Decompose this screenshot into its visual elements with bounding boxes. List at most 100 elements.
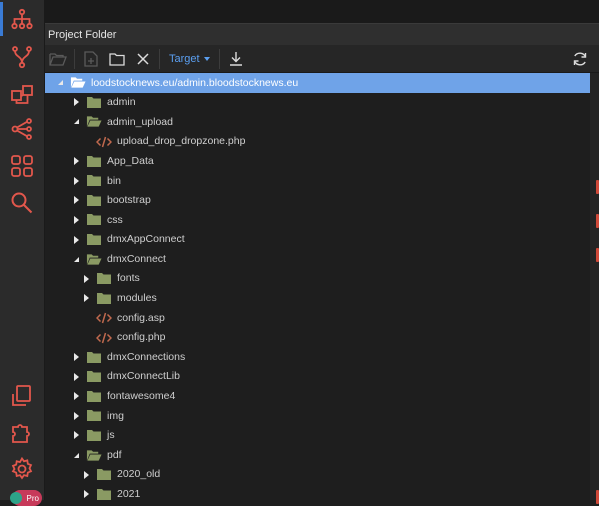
pro-badge: Pro [10, 490, 42, 506]
expand-arrow-icon[interactable] [71, 391, 81, 401]
expand-arrow-icon[interactable] [71, 411, 81, 421]
tree-folder-item[interactable]: App_Data [45, 151, 590, 171]
file-tree: loodstocknews.eu/admin.bloodstocknews.eu… [45, 73, 590, 500]
open-folder-button[interactable] [45, 46, 71, 72]
folder-icon [96, 291, 112, 305]
copy-files-icon[interactable] [7, 381, 37, 411]
tree-folder-item[interactable]: bootstrap [45, 191, 590, 211]
tree-folder-item[interactable]: dmxAppConnect [45, 230, 590, 250]
download-button[interactable] [223, 46, 249, 72]
settings-icon[interactable] [7, 454, 37, 484]
server-connect-icon[interactable] [7, 80, 37, 110]
folder-open-icon [86, 115, 102, 129]
tree-folder-item[interactable]: 2020_old [45, 465, 590, 485]
expand-arrow-icon[interactable] [71, 176, 81, 186]
collapse-arrow-icon[interactable] [71, 117, 81, 127]
tree-file-item[interactable]: upload_drop_dropzone.php [45, 132, 590, 152]
expand-arrow-icon[interactable] [71, 372, 81, 382]
tree-folder-item[interactable]: admin [45, 93, 590, 113]
tree-folder-item[interactable]: img [45, 406, 590, 426]
tree-folder-item[interactable]: bin [45, 171, 590, 191]
tree-item-label: dmxConnectLib [107, 370, 180, 383]
tree-item-label: App_Data [107, 154, 154, 167]
tree-folder-item[interactable]: pdf [45, 445, 590, 465]
target-dropdown[interactable]: Target [163, 47, 216, 71]
expand-arrow-icon[interactable] [81, 470, 91, 480]
folder-icon [86, 95, 102, 109]
expand-arrow-icon[interactable] [71, 97, 81, 107]
tree-folder-item[interactable]: dmxConnectLib [45, 367, 590, 387]
tree-folder-item[interactable]: js [45, 426, 590, 446]
tree-item-label: dmxConnect [107, 252, 166, 265]
expand-arrow-icon[interactable] [71, 156, 81, 166]
panel-title: Project Folder [45, 23, 599, 45]
tree-folder-item[interactable]: dmxConnect [45, 249, 590, 269]
code-file-icon [96, 331, 112, 345]
tree-folder-item[interactable]: fonts [45, 269, 590, 289]
expand-arrow-icon[interactable] [71, 235, 81, 245]
tree-folder-item[interactable]: 2021 [45, 484, 590, 500]
components-icon[interactable] [7, 151, 37, 181]
new-file-button[interactable] [78, 46, 104, 72]
tree-item-label: 2020_old [117, 468, 161, 481]
collapse-arrow-icon[interactable] [71, 450, 81, 460]
chevron-down-icon [203, 56, 210, 61]
folder-icon [86, 193, 102, 207]
folder-open-icon [86, 448, 102, 462]
folder-icon [96, 487, 112, 500]
delete-button[interactable] [130, 46, 156, 72]
folder-icon [96, 272, 112, 286]
tree-folder-item[interactable]: dmxConnections [45, 347, 590, 367]
plugins-icon[interactable] [7, 418, 37, 448]
expand-arrow-icon[interactable] [81, 489, 91, 499]
refresh-button[interactable] [567, 46, 593, 72]
folder-icon [86, 428, 102, 442]
tree-item-label: bin [107, 174, 122, 187]
folder-icon [86, 154, 102, 168]
toolbar: Target [45, 45, 599, 73]
tree-item-label: config.php [117, 331, 166, 344]
tree-item-label: loodstocknews.eu/admin.bloodstocknews.eu [91, 76, 299, 89]
tree-folder-item[interactable]: loodstocknews.eu/admin.bloodstocknews.eu [45, 73, 590, 93]
tree-item-label: js [107, 429, 115, 442]
expand-arrow-icon[interactable] [81, 293, 91, 303]
search-icon[interactable] [7, 188, 37, 218]
tree-item-label: dmxConnections [107, 350, 186, 363]
sitemap-icon[interactable] [7, 4, 37, 34]
expand-arrow-icon[interactable] [71, 195, 81, 205]
scrollbar[interactable] [590, 73, 599, 500]
folder-icon [86, 370, 102, 384]
new-folder-button[interactable] [104, 46, 130, 72]
folder-icon [86, 213, 102, 227]
tree-file-item[interactable]: config.asp [45, 308, 590, 328]
folder-open-icon [70, 76, 86, 90]
tree-folder-item[interactable]: fontawesome4 [45, 387, 590, 407]
collapse-arrow-icon[interactable] [71, 254, 81, 264]
folder-icon [86, 233, 102, 247]
code-file-icon [96, 135, 112, 149]
tree-folder-item[interactable]: admin_upload [45, 112, 590, 132]
tree-folder-item[interactable]: modules [45, 289, 590, 309]
expand-arrow-icon[interactable] [81, 274, 91, 284]
share-icon[interactable] [7, 114, 37, 144]
tree-item-label: fonts [117, 272, 140, 285]
tree-item-label: dmxAppConnect [107, 233, 185, 246]
folder-icon [96, 468, 112, 482]
tree-item-label: css [107, 213, 123, 226]
tree-folder-item[interactable]: css [45, 210, 590, 230]
expand-arrow-icon[interactable] [71, 352, 81, 362]
collapse-arrow-icon[interactable] [55, 78, 65, 88]
folder-icon [86, 409, 102, 423]
folder-icon [86, 350, 102, 364]
tree-item-label: modules [117, 292, 157, 305]
folder-icon [86, 389, 102, 403]
git-branch-icon[interactable] [7, 42, 37, 72]
activity-bar: Pro [0, 0, 45, 506]
expand-arrow-icon[interactable] [71, 430, 81, 440]
expand-arrow-icon[interactable] [71, 215, 81, 225]
tree-file-item[interactable]: config.php [45, 328, 590, 348]
toolbar-separator [159, 48, 160, 69]
target-label: Target [169, 52, 200, 65]
